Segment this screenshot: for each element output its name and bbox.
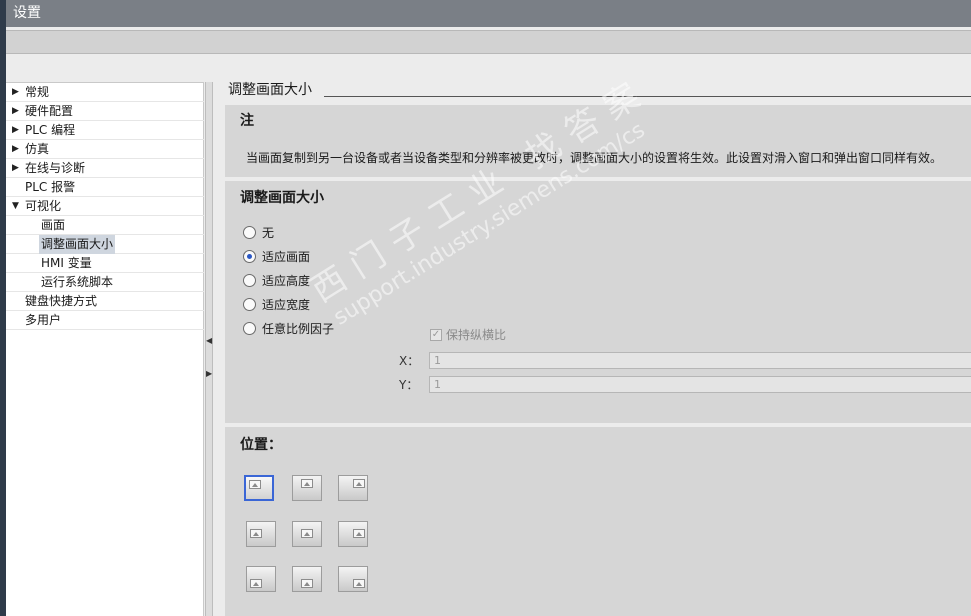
toolbar xyxy=(6,30,971,54)
radio-button[interactable] xyxy=(243,322,256,335)
tree-item-plc-alarms[interactable]: PLC 报警 xyxy=(6,178,204,197)
expand-right-icon[interactable]: ▶ xyxy=(206,365,212,383)
tree-item-visualization[interactable]: ▼ 可视化 xyxy=(6,197,204,216)
panel-splitter[interactable]: ◀ ▶ xyxy=(205,82,213,616)
image-icon xyxy=(353,479,365,488)
radio-button[interactable] xyxy=(243,274,256,287)
subbar xyxy=(6,54,971,82)
position-middle-left-button[interactable] xyxy=(246,521,276,547)
position-bottom-left-button[interactable] xyxy=(246,566,276,592)
image-icon xyxy=(249,480,261,489)
keep-aspect-label: 保持纵横比 xyxy=(446,328,507,342)
expand-arrow-icon[interactable]: ▶ xyxy=(12,121,22,140)
expand-arrow-icon[interactable]: ▶ xyxy=(12,140,22,159)
tree-item-simulation[interactable]: ▶ 仿真 xyxy=(6,140,204,159)
position-panel: 位置： xyxy=(225,427,971,616)
y-field: 1 xyxy=(429,376,971,393)
tree-item-label: 多用户 xyxy=(25,313,62,327)
radio-label: 适应高度 xyxy=(262,274,311,288)
tree-item-online-diagnostics[interactable]: ▶ 在线与诊断 xyxy=(6,159,204,178)
image-icon xyxy=(301,529,313,538)
tree-item-multiuser[interactable]: 多用户 xyxy=(6,311,204,330)
expand-arrow-icon[interactable]: ▶ xyxy=(12,83,22,102)
radio-label: 无 xyxy=(262,226,275,240)
tree-item-hmi-tags[interactable]: HMI 变量 xyxy=(6,254,204,273)
image-icon xyxy=(353,579,365,588)
image-icon xyxy=(301,579,313,588)
title-divider xyxy=(324,96,971,97)
image-icon xyxy=(301,479,313,488)
y-field-label: Y： xyxy=(399,378,419,392)
radio-button[interactable] xyxy=(243,226,256,239)
position-top-left-button[interactable] xyxy=(244,475,274,501)
settings-content: 调整画面大小 注 当画面复制到另一台设备或者当设备类型和分辨率被更改时，调整画面… xyxy=(214,82,971,616)
note-text: 当画面复制到另一台设备或者当设备类型和分辨率被更改时，调整画面大小的设置将生效。… xyxy=(246,151,943,165)
radio-label: 任意比例因子 xyxy=(262,322,335,336)
resize-heading: 调整画面大小 xyxy=(240,190,324,206)
resize-panel: 调整画面大小 无 适应画面 适应高度 适应宽度 任意比例因子 ✓ 保持纵横比 X… xyxy=(225,181,971,423)
tree-item-plc-programming[interactable]: ▶ PLC 编程 xyxy=(6,121,204,140)
tree-item-label: 硬件配置 xyxy=(25,104,74,118)
tree-item-label: 键盘快捷方式 xyxy=(25,294,98,308)
tree-item-label: 运行系统脚本 xyxy=(41,275,114,289)
x-field: 1 xyxy=(429,352,971,369)
tree-item-keyboard-shortcuts[interactable]: 键盘快捷方式 xyxy=(6,292,204,311)
image-icon xyxy=(250,529,262,538)
note-panel: 注 当画面复制到另一台设备或者当设备类型和分辨率被更改时，调整画面大小的设置将生… xyxy=(225,105,971,177)
radio-button-checked[interactable] xyxy=(243,250,256,263)
tree-item-label: 在线与诊断 xyxy=(25,161,86,175)
radio-button[interactable] xyxy=(243,298,256,311)
tree-item-label: PLC 编程 xyxy=(25,123,76,137)
keep-aspect-checkbox: ✓ xyxy=(430,329,442,341)
position-top-right-button[interactable] xyxy=(338,475,368,501)
tree-item-label: 仿真 xyxy=(25,142,50,156)
position-heading: 位置： xyxy=(240,437,282,453)
collapse-arrow-icon[interactable]: ▼ xyxy=(12,197,22,216)
tree-item-label: 画面 xyxy=(41,218,66,232)
tree-item-label: PLC 报警 xyxy=(25,180,76,194)
image-icon xyxy=(353,529,365,538)
tree-item-screen-resize[interactable]: 调整画面大小 xyxy=(6,235,204,254)
tree-item-label: HMI 变量 xyxy=(41,256,92,270)
position-top-center-button[interactable] xyxy=(292,475,322,501)
tree-item-screens[interactable]: 画面 xyxy=(6,216,204,235)
radio-label: 适应画面 xyxy=(262,250,311,264)
position-bottom-center-button[interactable] xyxy=(292,566,322,592)
note-heading: 注 xyxy=(240,113,254,129)
radio-label: 适应宽度 xyxy=(262,298,311,312)
tree-item-general[interactable]: ▶ 常规 xyxy=(6,83,204,102)
position-bottom-right-button[interactable] xyxy=(338,566,368,592)
page-title: 调整画面大小 xyxy=(228,82,312,98)
settings-tree: ▶ 常规 ▶ 硬件配置 ▶ PLC 编程 ▶ 仿真 ▶ 在线与诊断 PLC 报警… xyxy=(6,82,204,616)
tree-item-runtime-scripts[interactable]: 运行系统脚本 xyxy=(6,273,204,292)
expand-arrow-icon[interactable]: ▶ xyxy=(12,102,22,121)
x-field-label: X： xyxy=(399,354,420,368)
window-title: 设置 xyxy=(6,0,971,27)
expand-arrow-icon[interactable]: ▶ xyxy=(12,159,22,178)
image-icon xyxy=(250,579,262,588)
tree-item-label: 调整画面大小 xyxy=(39,235,116,254)
tree-item-label: 常规 xyxy=(25,85,50,99)
tree-item-label: 可视化 xyxy=(25,199,62,213)
collapse-left-icon[interactable]: ◀ xyxy=(206,332,212,350)
tree-item-hardware-config[interactable]: ▶ 硬件配置 xyxy=(6,102,204,121)
position-middle-center-button[interactable] xyxy=(292,521,322,547)
position-middle-right-button[interactable] xyxy=(338,521,368,547)
